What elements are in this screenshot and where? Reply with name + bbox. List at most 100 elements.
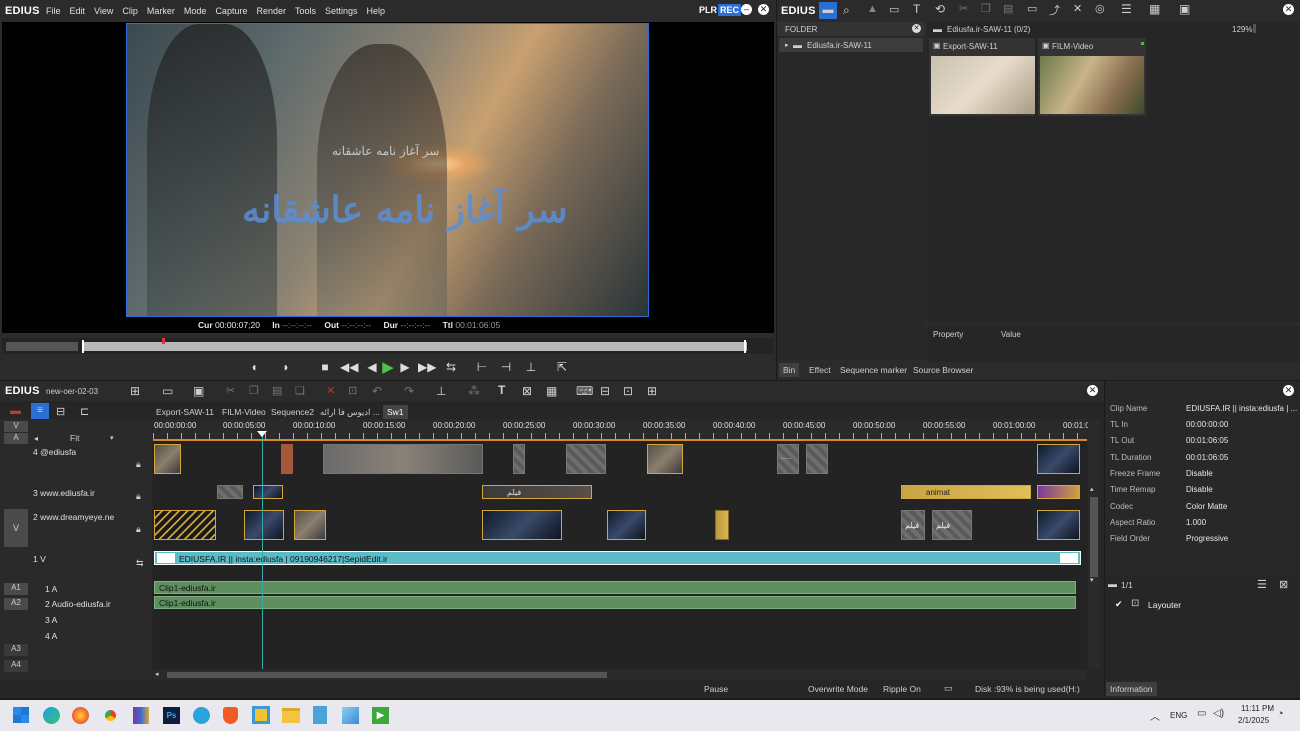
track2-clip[interactable] bbox=[244, 510, 284, 540]
track2-clip[interactable] bbox=[294, 510, 326, 540]
menu-settings[interactable]: Settings bbox=[325, 6, 358, 16]
copy-icon[interactable]: ❐ bbox=[981, 2, 991, 15]
expand-icon[interactable]: ▸ bbox=[785, 41, 789, 49]
tab-seq-ediusfa[interactable]: ادیوس فا ارائه ... bbox=[320, 407, 380, 418]
open-project-icon[interactable]: ▭ bbox=[162, 384, 173, 398]
marker-icon[interactable]: ⊥ bbox=[436, 384, 446, 398]
track2-clip[interactable]: فیلم bbox=[932, 510, 972, 540]
export-frame-icon[interactable]: ⇱ bbox=[554, 360, 570, 374]
firefox-icon[interactable] bbox=[72, 707, 89, 724]
track4-clip[interactable] bbox=[281, 444, 293, 474]
snip-icon[interactable] bbox=[342, 707, 359, 724]
rec-toggle[interactable]: REC bbox=[718, 4, 742, 16]
camtasia-icon[interactable]: ▶ bbox=[372, 707, 389, 724]
render-icon[interactable]: ⊠ bbox=[522, 384, 532, 398]
step-back-icon[interactable]: ◀ bbox=[364, 360, 380, 374]
side-label-a[interactable]: A bbox=[4, 433, 28, 444]
telegram-icon[interactable] bbox=[193, 707, 210, 724]
track4-clip[interactable] bbox=[154, 444, 181, 474]
playhead-line[interactable] bbox=[262, 433, 263, 669]
seek-in-handle[interactable] bbox=[82, 340, 84, 353]
v1-title-clip[interactable]: EDIUSFA.IR || insta:ediusfa | 0919094621… bbox=[154, 551, 1081, 565]
track-2-lock-icon[interactable]: 🔒︎ bbox=[136, 524, 141, 535]
close-icon[interactable]: ✕ bbox=[758, 4, 769, 15]
fast-forward-icon[interactable]: ▶▶ bbox=[418, 360, 436, 374]
undo-icon[interactable]: ↶ bbox=[372, 384, 382, 398]
open-folder-icon[interactable]: ▭ bbox=[889, 3, 899, 16]
effects-icon[interactable]: ⁂ bbox=[468, 384, 480, 398]
up-folder-icon[interactable]: ▲ bbox=[867, 3, 878, 15]
track-3-lock-icon[interactable]: 🔒︎ bbox=[136, 491, 141, 502]
search-icon[interactable]: ⌕ bbox=[843, 3, 850, 18]
tab-effect[interactable]: Effect bbox=[809, 365, 831, 375]
vertical-scrollbar[interactable]: ▴ ▾ bbox=[1088, 419, 1100, 669]
folder-view-icon[interactable]: ▬ bbox=[819, 2, 837, 19]
status-overwrite[interactable]: Overwrite Mode bbox=[808, 684, 868, 694]
timeline-ruler[interactable]: 00:00:00:00 00:00:05:00 00:00:10:00 00:0… bbox=[153, 419, 1090, 441]
snap-icon[interactable]: ⊟ bbox=[600, 384, 610, 398]
notepad-icon[interactable] bbox=[313, 706, 327, 724]
side-label-v2[interactable]: V bbox=[4, 509, 28, 547]
redo-icon[interactable]: ↷ bbox=[404, 384, 414, 398]
track4-clip[interactable] bbox=[1037, 444, 1080, 474]
app-icon[interactable] bbox=[252, 706, 270, 724]
status-ripple[interactable]: Ripple On bbox=[883, 684, 921, 694]
filter-name[interactable]: Layouter bbox=[1148, 600, 1181, 610]
folder-close-icon[interactable]: ✕ bbox=[912, 24, 921, 33]
play-icon[interactable]: ▶ bbox=[380, 358, 396, 376]
playhead-marker[interactable] bbox=[162, 338, 165, 344]
view-mode-icon[interactable]: ▦ bbox=[1149, 2, 1160, 16]
track4-clip[interactable] bbox=[513, 444, 525, 474]
folder-tree-item[interactable]: ▸ ▬ Ediusfa.ir-SAW-11 bbox=[779, 38, 923, 52]
sync-lock-icon[interactable]: ⊡ bbox=[623, 384, 633, 398]
record-mode-icon[interactable]: ▬ bbox=[10, 405, 21, 417]
language-indicator[interactable]: ENG bbox=[1170, 711, 1187, 720]
shuttle-slider[interactable] bbox=[6, 342, 78, 351]
fit-dropdown[interactable]: Fit bbox=[70, 433, 79, 443]
step-forward-icon[interactable]: ▶ bbox=[397, 360, 413, 374]
network-icon[interactable]: ▭ bbox=[1197, 708, 1206, 719]
menu-capture[interactable]: Capture bbox=[215, 6, 247, 16]
edge-icon[interactable] bbox=[43, 707, 60, 724]
paste-icon[interactable]: ▤ bbox=[1003, 2, 1013, 15]
send-icon[interactable]: ⤴ bbox=[1049, 2, 1060, 18]
h-scroll-thumb[interactable] bbox=[167, 672, 607, 678]
menu-view[interactable]: View bbox=[94, 6, 113, 16]
side-label-a2[interactable]: A2 bbox=[4, 598, 28, 610]
info-close-icon[interactable]: ✕ bbox=[1283, 385, 1294, 396]
copy-icon[interactable]: ❐ bbox=[249, 384, 259, 397]
a1-audio-clip[interactable]: Clip1-ediusfa.ir bbox=[154, 581, 1076, 594]
paste-attr-icon[interactable]: ❏ bbox=[295, 384, 305, 397]
track2-clip[interactable] bbox=[607, 510, 646, 540]
track4-clip[interactable] bbox=[566, 444, 606, 474]
timeline-menu-icon[interactable]: ⊞ bbox=[647, 384, 657, 398]
menu-clip[interactable]: Clip bbox=[122, 6, 138, 16]
stop-icon[interactable]: ■ bbox=[317, 360, 333, 374]
save-icon[interactable]: ▣ bbox=[193, 384, 204, 398]
track-4-lock-icon[interactable]: 🔒︎ bbox=[136, 459, 141, 470]
export-icon[interactable]: ▦ bbox=[546, 384, 557, 398]
horizontal-scrollbar[interactable]: ◂ bbox=[153, 670, 1087, 680]
scroll-up-icon[interactable]: ▴ bbox=[1090, 485, 1094, 493]
paste-icon[interactable]: ▤ bbox=[272, 384, 282, 397]
track2-clip[interactable] bbox=[715, 510, 729, 540]
side-label-a3[interactable]: A3 bbox=[4, 644, 28, 656]
track2-clip[interactable] bbox=[482, 510, 562, 540]
link-icon[interactable]: ⊏ bbox=[80, 405, 89, 418]
timeline-close-icon[interactable]: ✕ bbox=[1087, 385, 1098, 396]
clock-date[interactable]: 2/1/2025 bbox=[1238, 716, 1269, 725]
overwrite-icon[interactable]: ⊣ bbox=[498, 360, 514, 374]
bin-clip-export[interactable]: ▣ Export-SAW-11 bbox=[929, 38, 1035, 116]
side-label-v[interactable]: V bbox=[4, 421, 28, 432]
menu-edit[interactable]: Edit bbox=[70, 6, 86, 16]
tab-sequence-marker[interactable]: Sequence marker bbox=[840, 365, 907, 375]
photoshop-icon[interactable]: Ps bbox=[163, 707, 180, 724]
menu-marker[interactable]: Marker bbox=[147, 6, 175, 16]
layout-icon[interactable]: ▣ bbox=[1179, 2, 1190, 16]
tab-bin[interactable]: Bin bbox=[779, 363, 800, 377]
track2-clip[interactable] bbox=[1037, 510, 1080, 540]
file-explorer-icon[interactable] bbox=[282, 708, 300, 723]
plr-toggle[interactable]: PLR bbox=[699, 5, 717, 15]
set-point-icon[interactable]: ⊥ bbox=[523, 360, 539, 374]
brave-icon[interactable] bbox=[223, 707, 238, 724]
